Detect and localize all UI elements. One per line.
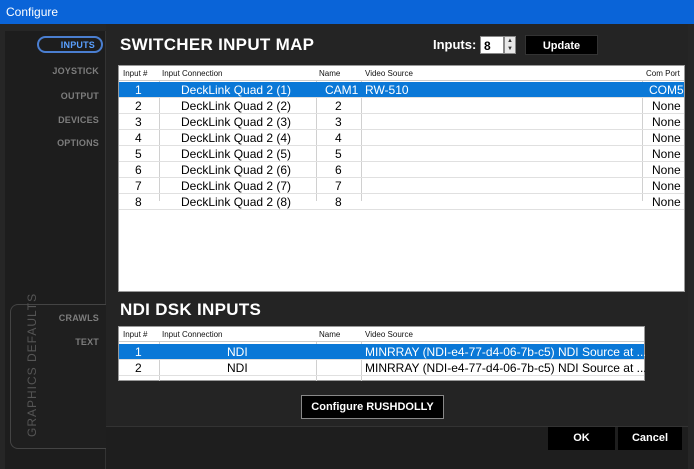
col-video-source[interactable]: Video Source (365, 330, 413, 339)
sidebar: INPUTS JOYSTICK OUTPUT DEVICES OPTIONS G… (5, 31, 106, 469)
switcher-input-table[interactable]: Input # Input Connection Name Video Sour… (118, 65, 685, 292)
col-name[interactable]: Name (319, 330, 340, 339)
table-row[interactable]: 2 DeckLink Quad 2 (2) 2 None (119, 98, 684, 114)
spin-up-icon[interactable]: ▲ (505, 37, 515, 45)
table-row[interactable]: 5 DeckLink Quad 2 (5) 5 None (119, 146, 684, 162)
ndi-table-header: Input # Input Connection Name Video Sour… (119, 327, 644, 342)
sidebar-item-devices[interactable]: DEVICES (58, 115, 99, 125)
col-input-num[interactable]: Input # (123, 69, 147, 78)
sidebar-item-output[interactable]: OUTPUT (61, 91, 99, 101)
sidebar-item-joystick[interactable]: JOYSTICK (52, 66, 99, 76)
switcher-table-header: Input # Input Connection Name Video Sour… (119, 66, 684, 81)
configure-rushdolly-button[interactable]: Configure RUSHDOLLY (301, 395, 444, 419)
spin-down-icon[interactable]: ▼ (505, 45, 515, 53)
graphics-defaults-tab[interactable]: GRAPHICS DEFAULTS (10, 292, 106, 449)
ok-button[interactable]: OK (548, 427, 615, 450)
window-title: Configure (6, 5, 59, 19)
col-input-connection[interactable]: Input Connection (162, 330, 223, 339)
col-com-port[interactable]: Com Port (646, 69, 680, 78)
table-row[interactable]: 2 NDI MINRRAY (NDI-e4-77-d4-06-7b-c5) ND… (119, 360, 645, 376)
table-row[interactable]: 7 DeckLink Quad 2 (7) 7 None (119, 178, 684, 194)
ndi-input-table[interactable]: Input # Input Connection Name Video Sour… (118, 326, 645, 381)
col-video-source[interactable]: Video Source (365, 69, 413, 78)
inputs-count-field[interactable]: 8 (480, 36, 504, 54)
sidebar-item-options[interactable]: OPTIONS (57, 138, 99, 148)
sidebar-item-text[interactable]: TEXT (75, 337, 99, 347)
title-bar: Configure (0, 0, 694, 24)
table-row[interactable]: 6 DeckLink Quad 2 (6) 6 None (119, 162, 684, 178)
table-row[interactable]: 1 DeckLink Quad 2 (1) CAM1 RW-510 COM5 (119, 82, 684, 98)
update-button[interactable]: Update (525, 35, 598, 55)
ndi-dsk-inputs-title: NDI DSK INPUTS (120, 300, 262, 319)
graphics-defaults-label: GRAPHICS DEFAULTS (25, 292, 39, 437)
table-row[interactable]: 8 DeckLink Quad 2 (8) 8 None (119, 194, 684, 210)
main-panel: SWITCHER INPUT MAP Inputs: 8 ▲ ▼ Update … (106, 24, 688, 469)
sidebar-item-inputs[interactable]: INPUTS (36, 36, 103, 53)
table-row[interactable]: 4 DeckLink Quad 2 (4) 4 None (119, 130, 684, 146)
inputs-count-label: Inputs: (433, 37, 477, 52)
sidebar-item-crawls[interactable]: CRAWLS (59, 313, 99, 323)
table-row[interactable]: 3 DeckLink Quad 2 (3) 3 None (119, 114, 684, 130)
col-name[interactable]: Name (319, 69, 340, 78)
cancel-button[interactable]: Cancel (618, 427, 682, 450)
col-input-num[interactable]: Input # (123, 330, 147, 339)
col-input-connection[interactable]: Input Connection (162, 69, 223, 78)
inputs-count-spinner[interactable]: ▲ ▼ (504, 36, 516, 54)
configure-window: INPUTS JOYSTICK OUTPUT DEVICES OPTIONS G… (0, 24, 694, 469)
table-row[interactable]: 1 NDI MINRRAY (NDI-e4-77-d4-06-7b-c5) ND… (119, 344, 645, 360)
switcher-input-map-title: SWITCHER INPUT MAP (120, 35, 315, 54)
